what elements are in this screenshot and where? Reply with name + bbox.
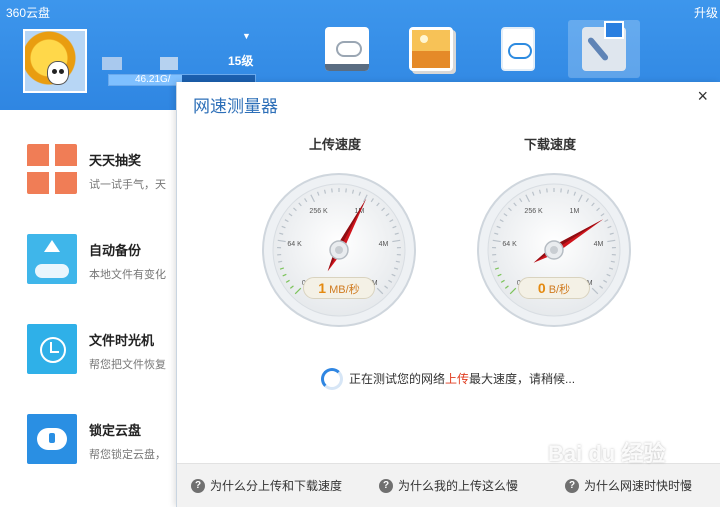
upload-speed-label: 上传速度 <box>309 137 362 152</box>
status-suffix: 最大速度，请稍候... <box>469 372 576 386</box>
download-gauge-tick-label: 4M <box>594 241 604 248</box>
upgrade-link[interactable]: 升级 <box>694 4 718 21</box>
download-gauge-tick-label: 256 K <box>524 208 543 215</box>
download-gauge-hub-center <box>550 246 558 254</box>
account-dropdown-icon[interactable]: ▼ <box>242 31 251 41</box>
tab-photos[interactable] <box>395 20 467 78</box>
user-level: 15级 <box>228 54 254 68</box>
baidu-watermark: Bai du 经验 <box>548 441 666 466</box>
status-highlight: 上传 <box>445 372 470 386</box>
feature-title: 锁定云盘 <box>89 423 142 438</box>
username-blurred <box>102 57 122 70</box>
cloud-upload-icon <box>27 234 77 284</box>
help-links-bar: ? 为什么分上传和下载速度 ? 为什么我的上传这么慢 ? 为什么网速时快时慢 <box>177 463 720 507</box>
feature-desc: 帮您锁定云盘， <box>89 449 166 461</box>
storage-quota-text: 46.21G/ <box>135 74 171 85</box>
feature-desc: 试一试手气，天 <box>89 179 166 191</box>
cloud-lock-icon <box>27 414 77 464</box>
help-link-label: 为什么分上传和下载速度 <box>210 479 343 493</box>
status-message: 正在测试您的网络上传最大速度，请稍候... <box>349 370 575 387</box>
feature-time-machine[interactable]: 文件时光机 帮您把文件恢复 <box>0 324 176 414</box>
feature-title: 天天抽奖 <box>89 153 142 168</box>
download-speed-readout: 0 B/秒 <box>518 277 590 299</box>
close-icon[interactable]: × <box>697 86 708 107</box>
feature-lock-drive[interactable]: 锁定云盘 帮您锁定云盘， <box>0 414 176 504</box>
question-icon: ? <box>379 478 393 493</box>
dialog-title: 网速测量器 <box>193 97 278 116</box>
history-clock-icon <box>27 324 77 374</box>
download-speed-gauge: 0 K64 K256 K1M4M16M <box>477 173 631 327</box>
status-prefix: 正在测试您的网络 <box>349 372 446 386</box>
question-icon: ? <box>565 478 579 493</box>
feature-auto-backup[interactable]: 自动备份 本地文件有变化 <box>0 234 176 324</box>
feature-title: 自动备份 <box>89 243 142 258</box>
upload-speed-value: 1 <box>318 280 327 296</box>
upload-speed-unit: MB/秒 <box>329 284 360 296</box>
avatar[interactable] <box>23 29 87 93</box>
download-speed-value: 0 <box>537 280 546 296</box>
feature-title: 文件时光机 <box>89 333 155 348</box>
download-gauge-tick-label: 1M <box>570 208 580 215</box>
avatar-face <box>47 61 69 85</box>
feature-lottery[interactable]: 天天抽奖 试一试手气，天 <box>0 144 176 234</box>
upload-gauge-tick-label: 64 K <box>287 241 302 248</box>
help-link-speed-fluctuation[interactable]: ? 为什么网速时快时慢 <box>565 477 692 494</box>
cloud-drive-icon <box>325 27 369 71</box>
upload-speed-readout: 1 MB/秒 <box>303 277 375 299</box>
upload-gauge-tick <box>278 260 283 263</box>
toolbox-icon <box>582 21 626 71</box>
feature-list: 天天抽奖 试一试手气，天 自动备份 本地文件有变化 文件时光机 帮您把文件恢复 … <box>0 110 176 507</box>
help-link-slow-upload[interactable]: ? 为什么我的上传这么慢 <box>379 477 518 494</box>
loading-spinner-icon <box>321 368 343 390</box>
question-icon: ? <box>191 478 205 493</box>
upload-speed-gauge: 0 K64 K256 K1M4M16M <box>262 173 416 327</box>
download-speed-unit: B/秒 <box>548 284 571 296</box>
help-link-label: 为什么我的上传这么慢 <box>398 479 519 493</box>
upload-gauge-tick <box>395 260 400 263</box>
gift-icon <box>27 144 77 194</box>
feature-desc: 帮您把文件恢复 <box>89 359 166 371</box>
help-link-label: 为什么网速时快时慢 <box>584 479 693 493</box>
tab-mobile[interactable] <box>482 20 554 78</box>
app-title: 360云盘 <box>6 6 51 20</box>
upload-gauge-tick-label: 256 K <box>309 208 328 215</box>
tablet-cloud-icon <box>501 27 535 71</box>
download-speed-label: 下载速度 <box>524 137 577 152</box>
help-link-upload-vs-download[interactable]: ? 为什么分上传和下载速度 <box>191 477 342 494</box>
download-gauge-tick <box>493 260 498 263</box>
download-gauge-tick-label: 64 K <box>502 241 517 248</box>
upload-gauge-hub-center <box>335 246 343 254</box>
feature-desc: 本地文件有变化 <box>89 269 166 281</box>
download-gauge-tick <box>610 260 615 263</box>
upload-gauge-tick-label: 4M <box>379 241 389 248</box>
tab-toolbox[interactable] <box>568 20 640 78</box>
username-blurred-2 <box>160 57 178 70</box>
tab-cloud-drive[interactable] <box>311 20 383 78</box>
photo-icon <box>409 27 453 71</box>
